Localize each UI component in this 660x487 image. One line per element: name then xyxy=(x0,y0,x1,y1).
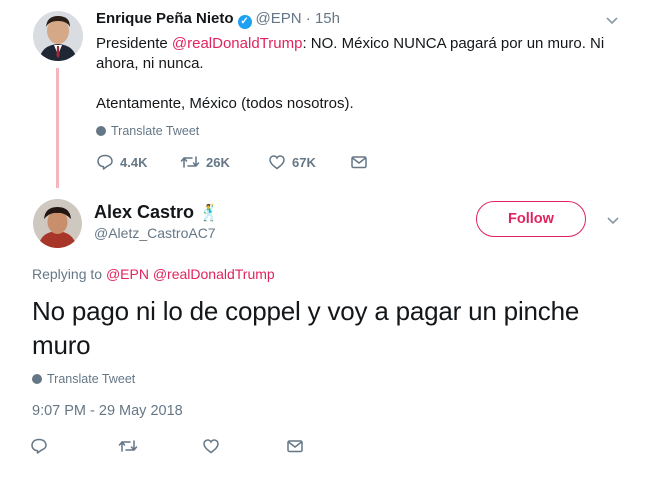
reply-button[interactable] xyxy=(30,437,118,455)
like-icon xyxy=(203,439,219,454)
tweet1-translate-label: Translate Tweet xyxy=(111,124,200,138)
tweet2-timestamp[interactable]: 9:07 PM - 29 May 2018 xyxy=(32,403,183,419)
tweet2-text: No pago ni lo de coppel y voy a pagar un… xyxy=(32,296,580,360)
alex-avatar[interactable] xyxy=(33,199,82,248)
message-icon xyxy=(287,440,303,453)
reply-count: 4.4K xyxy=(120,154,148,170)
tweet2-author[interactable]: Alex Castro 🕺 xyxy=(94,202,219,223)
chevron-down-icon[interactable] xyxy=(604,12,620,33)
replying-prefix: Replying to xyxy=(32,266,106,282)
like-count: 67K xyxy=(292,154,316,170)
dancer-emoji: 🕺 xyxy=(199,205,219,222)
tweet1-mention[interactable]: @realDonaldTrump xyxy=(172,35,303,52)
like-button[interactable] xyxy=(202,437,286,455)
verified-icon: ✓ xyxy=(237,15,252,29)
globe-icon xyxy=(96,126,106,136)
tweet2-translate-label: Translate Tweet xyxy=(47,372,136,386)
retweet-button[interactable] xyxy=(118,437,202,455)
tweet1-text: Presidente @realDonaldTrump: NO. México … xyxy=(96,34,616,114)
retweet-count: 26K xyxy=(206,154,230,170)
reply-icon xyxy=(31,438,47,454)
follow-button[interactable]: Follow xyxy=(476,201,586,237)
tweet2-translate[interactable]: Translate Tweet xyxy=(32,372,135,386)
tweet1-translate[interactable]: Translate Tweet xyxy=(96,124,199,138)
like-button[interactable]: 67K xyxy=(268,153,350,171)
tweet1-time[interactable]: · 15h xyxy=(306,10,340,27)
reply-button[interactable]: 4.4K xyxy=(96,153,180,171)
replying-to: Replying to @EPN @realDonaldTrump xyxy=(32,266,275,282)
like-icon xyxy=(269,155,285,170)
thread-line xyxy=(56,68,59,188)
chevron-down-icon[interactable] xyxy=(605,212,621,233)
retweet-icon xyxy=(180,156,200,168)
retweet-icon xyxy=(118,440,138,452)
globe-icon xyxy=(32,374,42,384)
message-button[interactable] xyxy=(350,154,368,170)
tweet1-signoff: Atentamente, México (todos nosotros). xyxy=(96,95,354,112)
reply-mention-trump[interactable]: @realDonaldTrump xyxy=(153,266,275,282)
tweet1-text-prefix: Presidente xyxy=(96,35,172,52)
tweet2-author-name: Alex Castro xyxy=(94,202,195,222)
tweet1-handle[interactable]: @EPN xyxy=(256,10,302,27)
message-button[interactable] xyxy=(286,438,304,454)
message-icon xyxy=(351,156,367,169)
reply-mention-epn[interactable]: @EPN xyxy=(106,266,149,282)
tweet1-header: Enrique Peña Nieto ✓ @EPN · 15h xyxy=(96,10,340,29)
retweet-button[interactable]: 26K xyxy=(180,153,268,171)
reply-icon xyxy=(97,154,113,170)
tweet2-actions xyxy=(30,437,304,455)
tweet1-author-name[interactable]: Enrique Peña Nieto xyxy=(96,10,234,27)
tweet1-actions: 4.4K 26K 67K xyxy=(96,153,368,171)
epn-avatar[interactable] xyxy=(33,11,83,61)
tweet2-handle[interactable]: @Aletz_CastroAC7 xyxy=(94,225,216,241)
